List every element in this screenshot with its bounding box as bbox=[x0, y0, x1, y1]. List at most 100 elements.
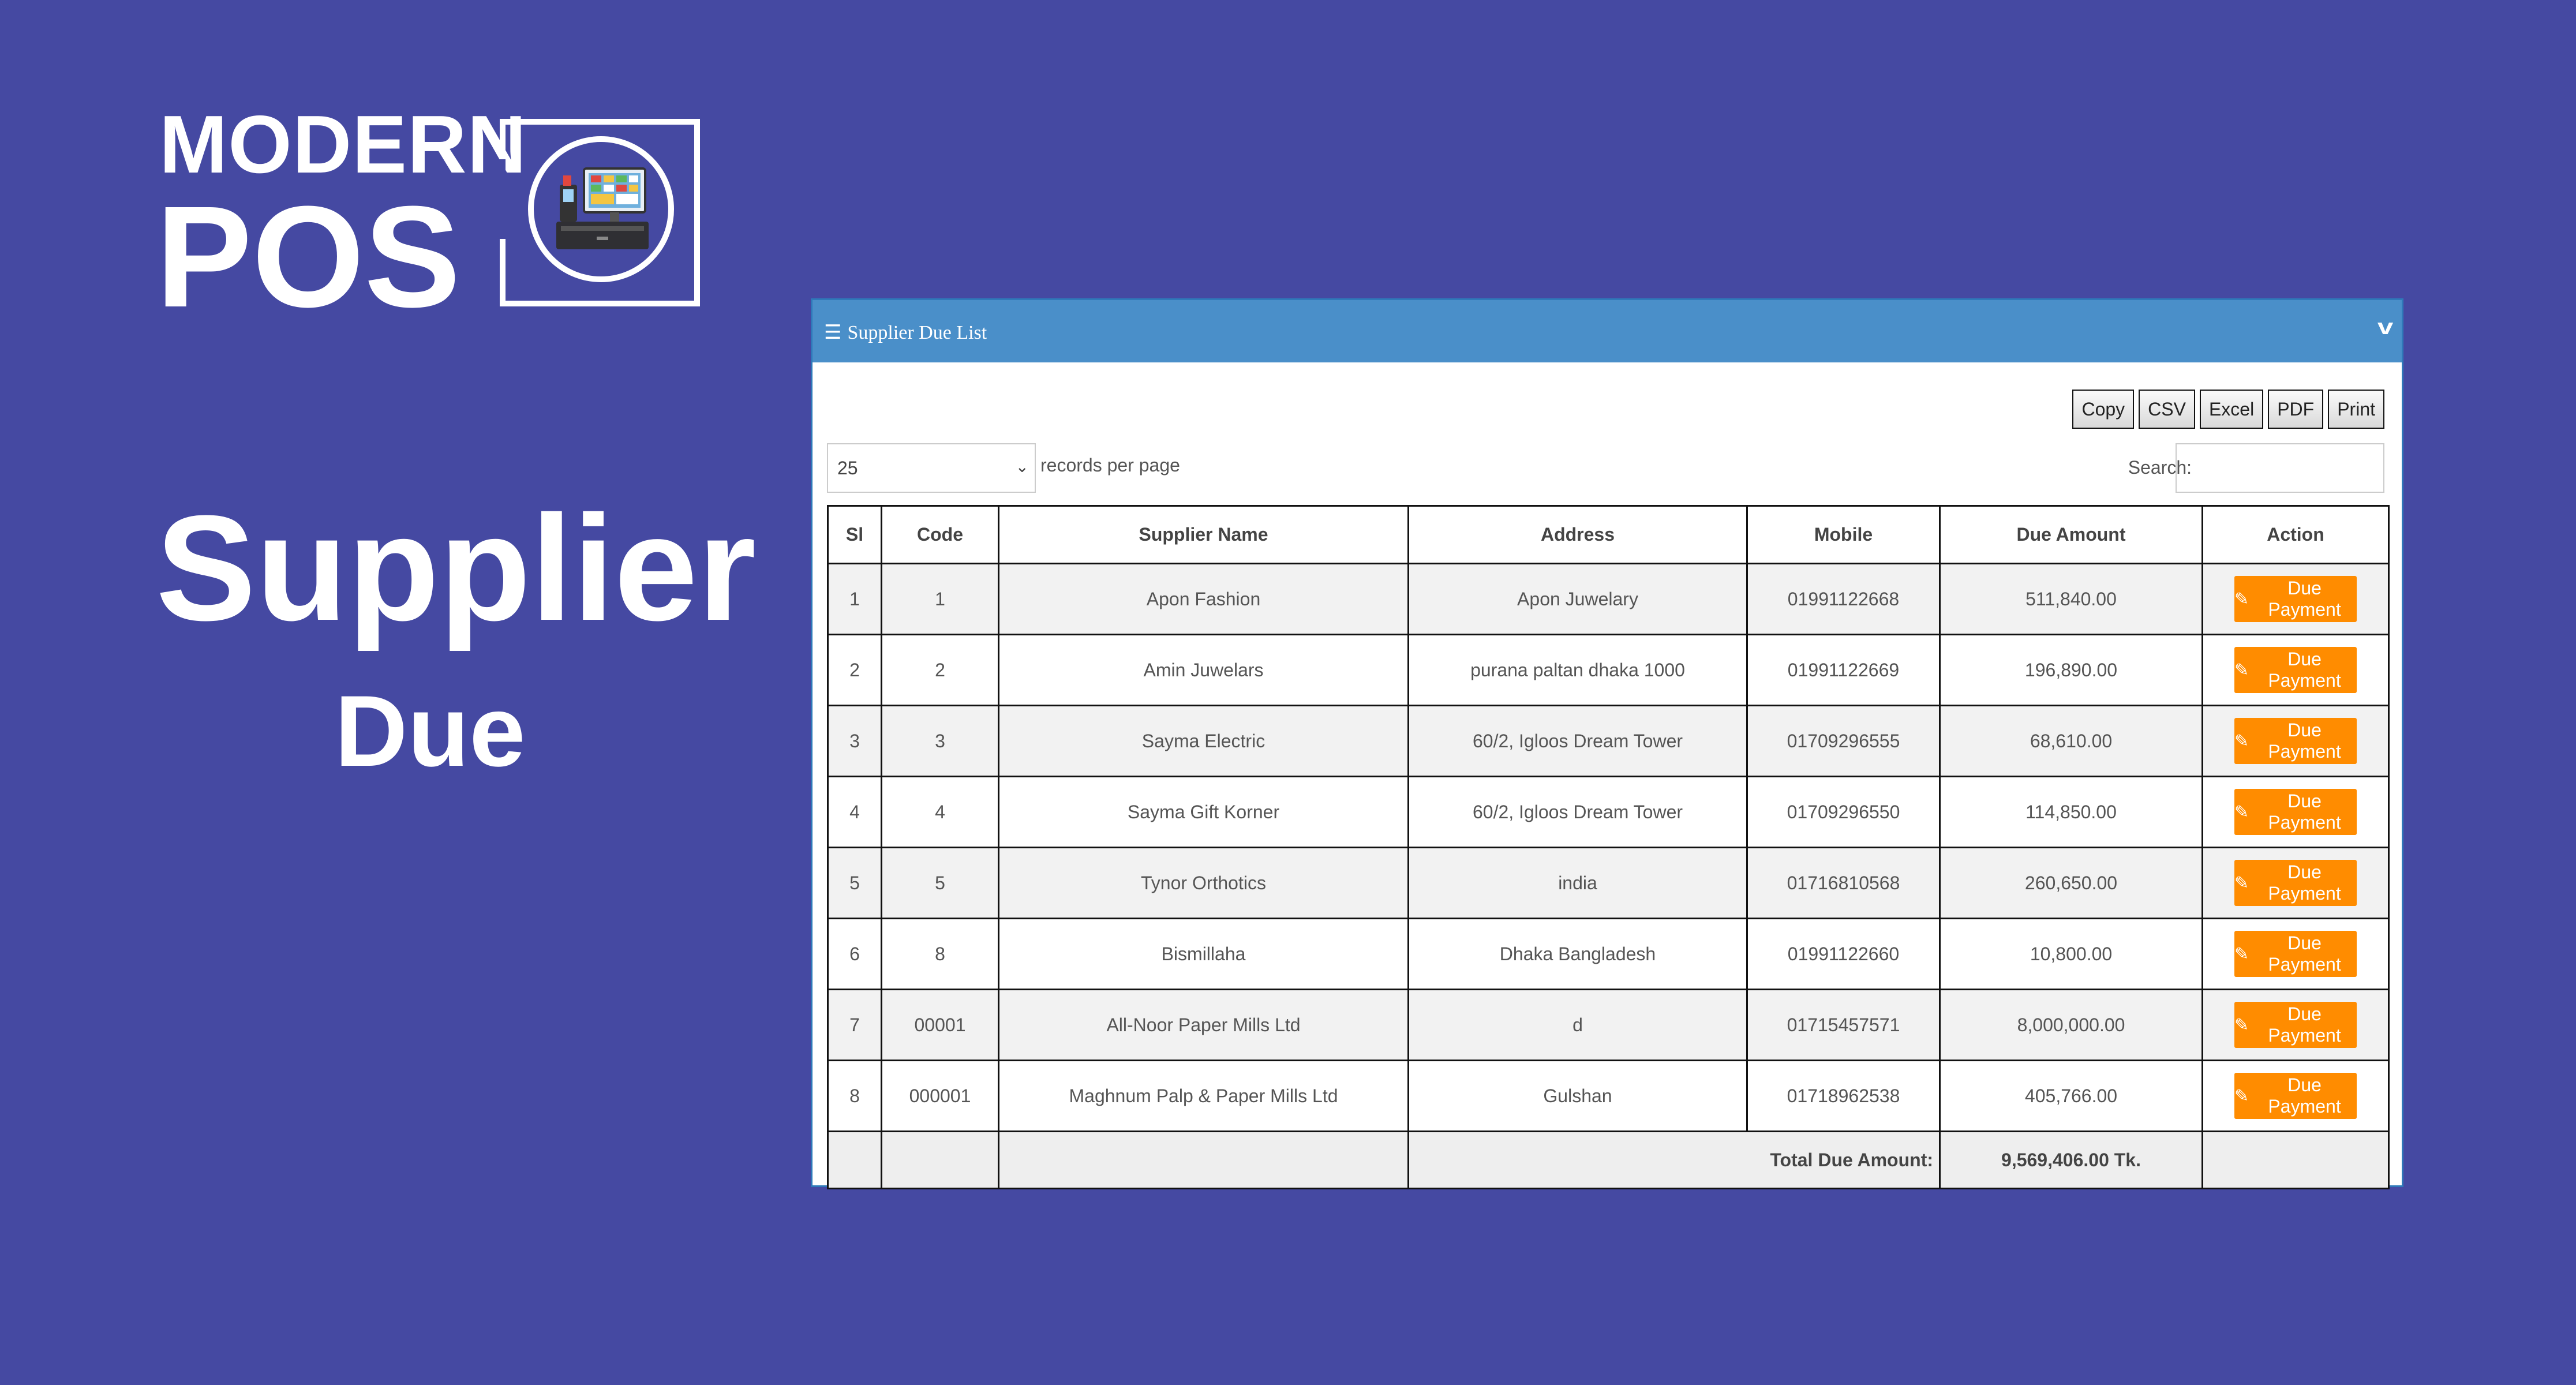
due-payment-label: Due Payment bbox=[2268, 933, 2341, 975]
cell-supplier-name: Maghnum Palp & Paper Mills Ltd bbox=[998, 1060, 1409, 1132]
edit-icon: ✎ bbox=[2234, 873, 2249, 893]
cell-address: india bbox=[1407, 847, 1748, 919]
brand-line-pos: POS bbox=[156, 176, 460, 337]
excel-button[interactable]: Excel bbox=[2199, 390, 2264, 429]
records-per-page-label: records per page bbox=[1040, 455, 1180, 476]
cell-sl: 7 bbox=[827, 989, 882, 1061]
due-payment-button[interactable]: ✎ Due Payment bbox=[2234, 576, 2357, 622]
cell-address: Apon Juwelary bbox=[1407, 563, 1748, 635]
cell-mobile: 01709296550 bbox=[1746, 776, 1941, 848]
brand-line-modern: MODERN bbox=[159, 99, 527, 190]
chevron-down-icon[interactable]: v bbox=[2377, 315, 2393, 340]
cell-mobile: 01716810568 bbox=[1746, 847, 1941, 919]
table-row: 6 8 Bismillaha Dhaka Bangladesh 01991122… bbox=[827, 918, 2390, 990]
due-payment-label: Due Payment bbox=[2268, 720, 2341, 762]
due-payment-button[interactable]: ✎ Due Payment bbox=[2234, 1002, 2357, 1048]
cell-code: 1 bbox=[881, 563, 999, 635]
cell-supplier-name: Sayma Electric bbox=[998, 705, 1409, 777]
cell-mobile: 01991122660 bbox=[1746, 918, 1941, 990]
cell-code: 4 bbox=[881, 776, 999, 848]
column-header-mobile[interactable]: Mobile bbox=[1746, 505, 1941, 564]
cell-due-amount: 8,000,000.00 bbox=[1939, 989, 2203, 1061]
cell-code: 000001 bbox=[881, 1060, 999, 1132]
edit-icon: ✎ bbox=[2234, 589, 2249, 609]
total-due-label: Total Due Amount: bbox=[1407, 1131, 1941, 1189]
due-payment-button[interactable]: ✎ Due Payment bbox=[2234, 789, 2357, 835]
cell-action: ✎ Due Payment bbox=[2201, 705, 2390, 777]
cell-sl: 8 bbox=[827, 1060, 882, 1132]
cell-supplier-name: Tynor Orthotics bbox=[998, 847, 1409, 919]
cell-mobile: 01991122668 bbox=[1746, 563, 1941, 635]
due-payment-label: Due Payment bbox=[2268, 791, 2341, 833]
column-header-sl[interactable]: Sl bbox=[827, 505, 882, 564]
due-payment-button[interactable]: ✎ Due Payment bbox=[2234, 860, 2357, 906]
panel-title: ☰ Supplier Due List bbox=[824, 321, 987, 344]
edit-icon: ✎ bbox=[2234, 802, 2249, 822]
due-payment-button[interactable]: ✎ Due Payment bbox=[2234, 1073, 2357, 1119]
cell-action: ✎ Due Payment bbox=[2201, 847, 2390, 919]
cell-supplier-name: Apon Fashion bbox=[998, 563, 1409, 635]
export-toolbar: Copy CSV Excel PDF Print bbox=[2072, 390, 2384, 429]
cell-action: ✎ Due Payment bbox=[2201, 563, 2390, 635]
edit-icon: ✎ bbox=[2234, 944, 2249, 964]
cell-sl: 3 bbox=[827, 705, 882, 777]
cell-code: 2 bbox=[881, 634, 999, 706]
cell-action: ✎ Due Payment bbox=[2201, 1060, 2390, 1132]
column-header-action: Action bbox=[2201, 505, 2390, 564]
column-header-supplier-name[interactable]: Supplier Name bbox=[998, 505, 1409, 564]
cell-address: d bbox=[1407, 989, 1748, 1061]
copy-button[interactable]: Copy bbox=[2072, 390, 2135, 429]
cell-action: ✎ Due Payment bbox=[2201, 634, 2390, 706]
cell-action: ✎ Due Payment bbox=[2201, 989, 2390, 1061]
records-per-page-value: 25 bbox=[837, 457, 858, 478]
cell-supplier-name: Sayma Gift Korner bbox=[998, 776, 1409, 848]
cell-supplier-name: All-Noor Paper Mills Ltd bbox=[998, 989, 1409, 1061]
cell-supplier-name: Bismillaha bbox=[998, 918, 1409, 990]
cell-due-amount: 511,840.00 bbox=[1939, 563, 2203, 635]
due-payment-button[interactable]: ✎ Due Payment bbox=[2234, 718, 2357, 764]
due-payment-button[interactable]: ✎ Due Payment bbox=[2234, 647, 2357, 693]
cell-supplier-name: Amin Juwelars bbox=[998, 634, 1409, 706]
due-payment-label: Due Payment bbox=[2268, 1004, 2341, 1046]
cell-code: 8 bbox=[881, 918, 999, 990]
csv-button[interactable]: CSV bbox=[2139, 390, 2195, 429]
cell-due-amount: 405,766.00 bbox=[1939, 1060, 2203, 1132]
due-payment-label: Due Payment bbox=[2268, 1075, 2341, 1117]
due-payment-button[interactable]: ✎ Due Payment bbox=[2234, 931, 2357, 977]
cell-sl: 1 bbox=[827, 563, 882, 635]
due-payment-label: Due Payment bbox=[2268, 578, 2341, 620]
chevron-down-icon: ⌄ bbox=[1015, 458, 1029, 476]
cell-due-amount: 196,890.00 bbox=[1939, 634, 2203, 706]
table-row: 5 5 Tynor Orthotics india 01716810568 26… bbox=[827, 847, 2390, 919]
cell-sl: 2 bbox=[827, 634, 882, 706]
cell-action: ✎ Due Payment bbox=[2201, 918, 2390, 990]
table-row: 1 1 Apon Fashion Apon Juwelary 019911226… bbox=[827, 563, 2390, 635]
table-row: 8 000001 Maghnum Palp & Paper Mills Ltd … bbox=[827, 1060, 2390, 1132]
table-footer-row: Total Due Amount: 9,569,406.00 Tk. bbox=[827, 1131, 2390, 1189]
table-header-row: Sl Code Supplier Name Address Mobile Due… bbox=[827, 505, 2390, 564]
search-input[interactable] bbox=[2176, 443, 2384, 493]
cell-due-amount: 10,800.00 bbox=[1939, 918, 2203, 990]
column-header-address[interactable]: Address bbox=[1407, 505, 1748, 564]
cell-due-amount: 68,610.00 bbox=[1939, 705, 2203, 777]
cell-address: 60/2, Igloos Dream Tower bbox=[1407, 776, 1748, 848]
due-payment-label: Due Payment bbox=[2268, 862, 2341, 904]
column-header-due-amount[interactable]: Due Amount bbox=[1939, 505, 2203, 564]
panel-title-text: Supplier Due List bbox=[847, 322, 987, 343]
cell-sl: 6 bbox=[827, 918, 882, 990]
pdf-button[interactable]: PDF bbox=[2268, 390, 2324, 429]
cell-sl: 4 bbox=[827, 776, 882, 848]
edit-icon: ✎ bbox=[2234, 731, 2249, 751]
cell-address: Dhaka Bangladesh bbox=[1407, 918, 1748, 990]
cell-mobile: 01991122669 bbox=[1746, 634, 1941, 706]
records-per-page-select[interactable]: 25 ⌄ bbox=[827, 443, 1036, 493]
table-row: 7 00001 All-Noor Paper Mills Ltd d 01715… bbox=[827, 989, 2390, 1061]
cell-mobile: 01715457571 bbox=[1746, 989, 1941, 1061]
column-header-code[interactable]: Code bbox=[881, 505, 999, 564]
cell-mobile: 01718962538 bbox=[1746, 1060, 1941, 1132]
supplier-due-panel: ☰ Supplier Due List v Copy CSV Excel PDF … bbox=[811, 298, 2403, 1189]
print-button[interactable]: Print bbox=[2328, 390, 2384, 429]
table-row: 3 3 Sayma Electric 60/2, Igloos Dream To… bbox=[827, 705, 2390, 777]
cell-address: purana paltan dhaka 1000 bbox=[1407, 634, 1748, 706]
cell-due-amount: 260,650.00 bbox=[1939, 847, 2203, 919]
